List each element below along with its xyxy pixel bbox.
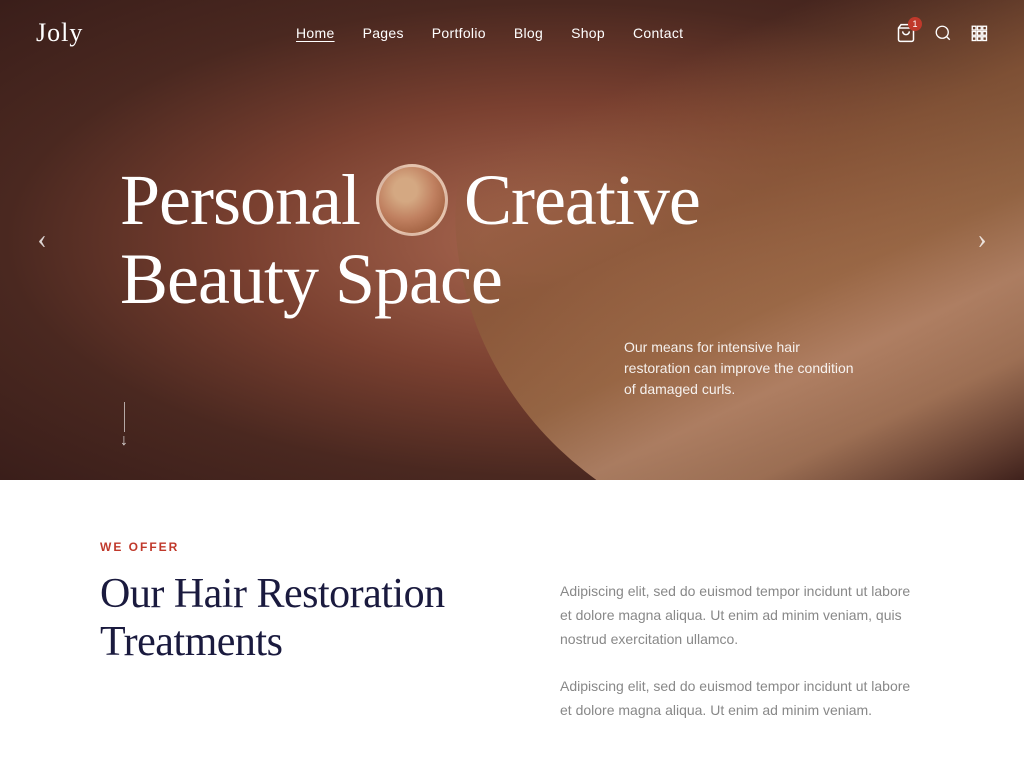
next-slide-button[interactable]: › xyxy=(960,218,1004,262)
content-right: Adipiscing elit, sed do euismod tempor i… xyxy=(560,540,924,723)
hero-content: Personal Creative Beauty Space xyxy=(0,0,1024,480)
hero-section: ‹ › ↓ Personal Creative Beauty Space Our… xyxy=(0,0,1024,480)
header: Joly Home Pages Portfolio Blog Shop Cont… xyxy=(0,0,1024,66)
content-paragraph-2: Adipiscing elit, sed do euismod tempor i… xyxy=(560,675,924,723)
hero-title-line2: Beauty Space xyxy=(120,240,900,319)
main-nav: Home Pages Portfolio Blog Shop Contact xyxy=(296,25,683,41)
hero-title-part1: Personal xyxy=(120,161,360,240)
hero-subtitle: Our means for intensive hair restoration… xyxy=(624,337,864,400)
prev-slide-button[interactable]: ‹ xyxy=(20,218,64,262)
search-icon[interactable] xyxy=(934,24,952,42)
nav-item-pages[interactable]: Pages xyxy=(363,25,404,41)
content-paragraph-1: Adipiscing elit, sed do euismod tempor i… xyxy=(560,580,924,651)
nav-item-home[interactable]: Home xyxy=(296,25,335,41)
section-eyebrow: WE OFFER xyxy=(100,540,480,554)
cart-badge: 1 xyxy=(908,17,922,31)
hero-title-part2: Creative xyxy=(464,161,700,240)
section-title: Our Hair Restoration Treatments xyxy=(100,570,480,667)
hero-oval-inner xyxy=(379,167,445,233)
header-icons: 1 xyxy=(896,23,988,43)
cart-icon[interactable]: 1 xyxy=(896,23,916,43)
nav-item-portfolio[interactable]: Portfolio xyxy=(432,25,486,41)
nav-item-contact[interactable]: Contact xyxy=(633,25,683,41)
logo: Joly xyxy=(36,18,83,48)
hero-oval-thumbnail xyxy=(376,164,448,236)
content-section: WE OFFER Our Hair Restoration Treatments… xyxy=(0,480,1024,783)
hero-title: Personal Creative Beauty Space xyxy=(120,161,900,319)
grid-icon[interactable] xyxy=(970,24,988,42)
content-left: WE OFFER Our Hair Restoration Treatments xyxy=(100,540,480,667)
nav-item-shop[interactable]: Shop xyxy=(571,25,605,41)
nav-item-blog[interactable]: Blog xyxy=(514,25,543,41)
